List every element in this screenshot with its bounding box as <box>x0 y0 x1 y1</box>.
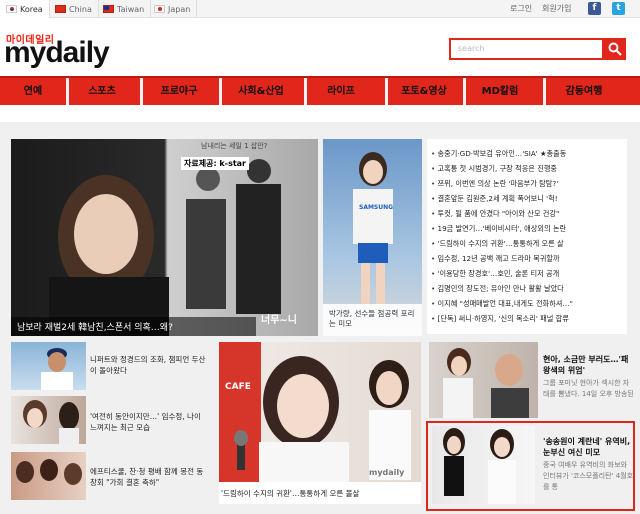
cafe-sign: CAFE <box>225 382 251 392</box>
nav-item-travel[interactable]: 감동여행 <box>549 78 619 105</box>
headline-item[interactable]: 결혼앞둔 김원준,2세 계획 폭어보니 '헉! <box>431 194 623 204</box>
headline-item[interactable]: 송중기·GD·박보검 유아인…'SIA' ★총출동 <box>431 149 623 159</box>
search-icon <box>608 42 622 56</box>
lang-label: Japan <box>168 4 191 14</box>
facebook-icon[interactable]: f <box>588 2 601 15</box>
headline-item[interactable]: 쯔위, 이번엔 의상 논란 '마음부가 탐탐?' <box>431 179 623 189</box>
headline-list: 송중기·GD·박보검 유아인…'SIA' ★총출동 고혹통 첫 시범경기, 구장… <box>427 139 627 334</box>
main-nav: 연예 스포츠 프로야구 사회&산업 라이프 포토&영상 MD칼럼 감동여행 <box>0 76 640 105</box>
highlight-box <box>426 421 635 511</box>
nav-item-society[interactable]: 사회&산업 <box>225 78 297 105</box>
nav-item-life[interactable]: 라이프 <box>310 78 372 105</box>
top-bar: Korea China Taiwan Japan 로그인 회원가입 f t <box>0 0 640 18</box>
lang-china[interactable]: China <box>49 0 99 18</box>
photo-watermark: 너무~니 <box>261 315 297 326</box>
photo-top-text: 남내리는 세일 1 삽안? <box>201 142 268 150</box>
story-thumb-group[interactable] <box>11 452 86 500</box>
taiwan-flag-icon <box>103 5 114 13</box>
signup-link[interactable]: 회원가입 <box>542 0 571 18</box>
actress-art <box>23 400 79 444</box>
china-flag-icon <box>55 5 66 13</box>
lang-korea[interactable]: Korea <box>0 0 50 18</box>
story-2-text[interactable]: '여전히 동안이지만…' 임수정, 나이 느껴지는 최근 모습 <box>90 411 208 433</box>
headline-item[interactable]: 이지혜 "성매매발언 대표,내게도 전화하셔…" <box>431 299 623 309</box>
nav-divider <box>140 78 143 105</box>
nav-divider <box>66 78 69 105</box>
lang-taiwan[interactable]: Taiwan <box>97 0 152 18</box>
headline-item[interactable]: '이용당한 장경호'…호민, 술론 티저 공개 <box>431 269 623 279</box>
lang-label: Korea <box>20 4 43 14</box>
nav-divider <box>219 78 222 105</box>
headline-item[interactable]: 19금 발연기…'베이비시터', 애상외의 논란 <box>431 224 623 234</box>
feature-photo[interactable]: CAFE mydaily '드림하이 수지의 귀환'…통통하게 오른 볼살 <box>219 342 421 504</box>
nav-item-baseball[interactable]: 프로야구 <box>146 78 212 105</box>
uniform-text: SAMSUNG <box>359 204 394 211</box>
nav-divider <box>543 78 546 105</box>
photo-watermark: mydaily <box>369 468 405 477</box>
lang-label: Taiwan <box>117 4 145 14</box>
headline-item[interactable]: 김명민의 장도전; 유아인 만나 활활 날았다 <box>431 284 623 294</box>
story-r1-desc[interactable]: 그룹 포미닛 현아가 섹시한 자태를 뽐냈다. 14일 오후 방송된 <box>543 378 635 400</box>
story-thumb-actress[interactable] <box>11 396 86 444</box>
photo-stamp: 자료제공: k-star <box>181 157 249 170</box>
korea-flag-icon <box>6 5 17 13</box>
search-button[interactable] <box>604 38 626 60</box>
cheerleader-caption[interactable]: 박가량, 선수들 점공력 포리는 미모 <box>329 309 417 329</box>
headline-item[interactable]: '드림하이 수지의 귀환'…통통하게 오른 살 <box>431 239 623 249</box>
nav-item-entertainment[interactable]: 연예 <box>5 78 61 105</box>
story-thumb-baseball[interactable] <box>11 342 86 390</box>
search-input[interactable]: search <box>449 38 604 60</box>
nav-divider <box>385 78 388 105</box>
nav-divider <box>463 78 466 105</box>
headline-item[interactable]: [단독] 써니·하영지, '신의 목소리' 패널 합류 <box>431 314 623 324</box>
nav-item-column[interactable]: MD칼럼 <box>469 78 531 105</box>
cheerleader-photo[interactable]: SAMSUNG 박가량, 선수들 점공력 포리는 미모 <box>323 139 422 336</box>
nav-item-sports[interactable]: 스포츠 <box>72 78 132 105</box>
feature-caption[interactable]: '드림하이 수지의 귀환'…통통하게 오른 볼살 <box>221 488 419 499</box>
lang-label: China <box>69 4 92 14</box>
twitter-icon[interactable]: t <box>612 2 625 15</box>
nav-item-photo[interactable]: 포토&영상 <box>391 78 457 105</box>
story-1-text[interactable]: 니퍼트와 정경드의 조화, 챔피언 두산이 돌아왔다 <box>90 354 208 376</box>
nav-divider <box>304 78 307 105</box>
japan-flag-icon <box>154 5 165 13</box>
lang-japan[interactable]: Japan <box>148 0 198 18</box>
group-art <box>16 459 82 485</box>
headline-item[interactable]: 투컷, 될 품에 안겼다 "아이와 산모 건강" <box>431 209 623 219</box>
headline-item[interactable]: 고혹통 첫 시범경기, 구장 적응은 진행중 <box>431 164 623 174</box>
story-thumb-hyuna[interactable] <box>429 342 538 418</box>
headline-item[interactable]: 임수정, 12년 공백 깨고 드라마 복귀할까 <box>431 254 623 264</box>
story-r1-title[interactable]: 현아, 소금만 부러도…'패왕색의 위엄' <box>543 354 635 376</box>
main-photo-art <box>49 159 281 336</box>
main-photo[interactable]: 자료제공: k-star 남내리는 세일 1 삽안? 너무~니 남보라 재벌2세… <box>11 139 318 336</box>
hyuna-art <box>443 348 529 418</box>
main-photo-caption[interactable]: 남보라 재벌2세 韓남친,스폰서 의혹…왜? <box>11 317 256 336</box>
site-logo[interactable]: mydaily <box>4 36 110 70</box>
story-3-text[interactable]: 에프티스쿨, 찬·청 평배 함께 몽전 동창회 "가회 결혼 축하" <box>90 466 208 488</box>
login-link[interactable]: 로그인 <box>510 0 532 18</box>
feature-art <box>219 342 411 482</box>
baseball-art <box>41 348 73 390</box>
